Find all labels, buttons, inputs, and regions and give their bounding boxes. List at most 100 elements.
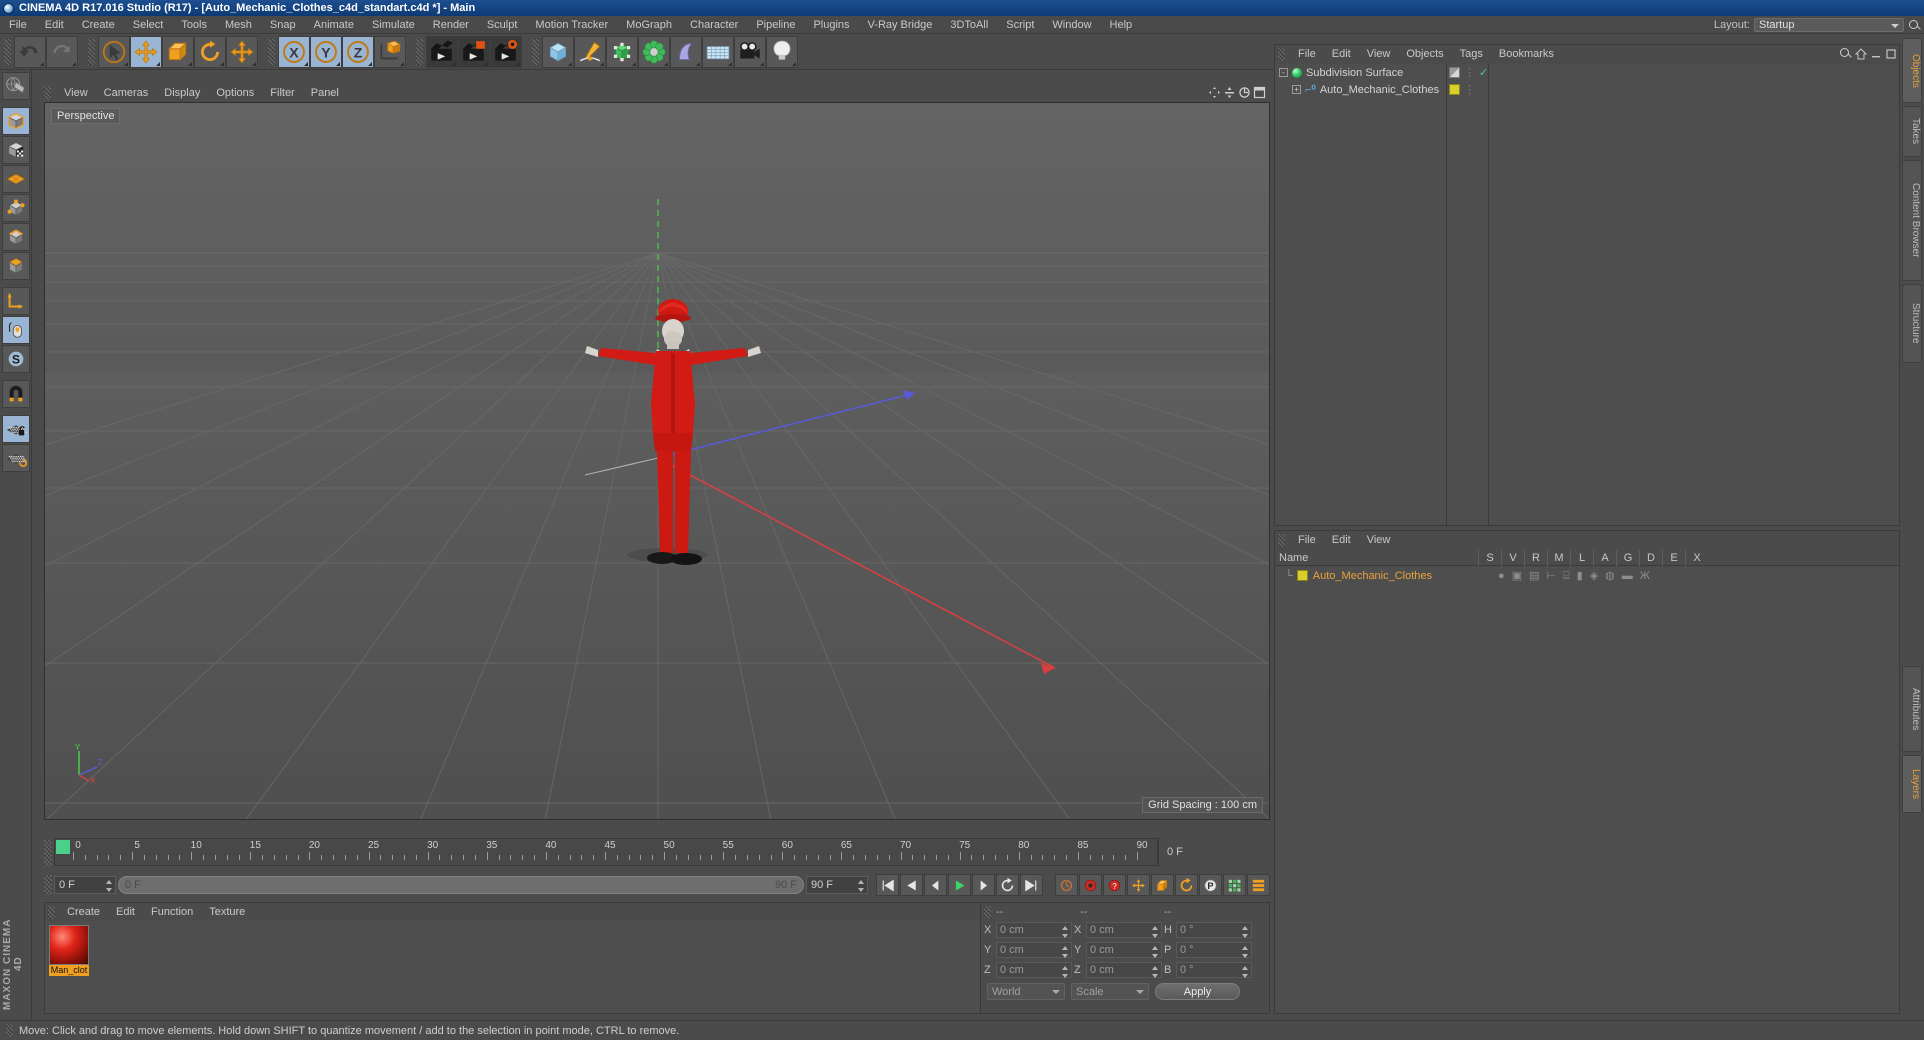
button-submenu-icon[interactable] xyxy=(452,61,456,66)
timeline-ruler[interactable]: 0 5 10 15 20 25 30 35 40 45 50 55 60 65 70 75 80 85 90 xyxy=(54,838,1158,866)
side-tab-takes[interactable]: Takes xyxy=(1902,106,1922,157)
coord-system-select[interactable]: World xyxy=(987,983,1065,1000)
button-submenu-icon[interactable] xyxy=(400,61,404,66)
panel-grip[interactable] xyxy=(44,86,51,100)
deformer-button[interactable] xyxy=(638,35,670,68)
material-item[interactable]: Man_clot xyxy=(49,925,89,976)
menu-item-motion-tracker[interactable]: Motion Tracker xyxy=(526,16,617,34)
menu-item-select[interactable]: Select xyxy=(124,16,173,34)
rotation-b-input[interactable]: 0 ° xyxy=(1176,962,1252,978)
undo-button[interactable] xyxy=(14,35,46,68)
cube-primitive-button[interactable] xyxy=(542,35,574,68)
menu-item-mesh[interactable]: Mesh xyxy=(216,16,261,34)
point-mode-button[interactable] xyxy=(1,194,30,222)
position-z-input[interactable]: 0 cm xyxy=(996,962,1072,978)
make-editable-button[interactable] xyxy=(1,72,30,100)
button-submenu-icon[interactable] xyxy=(664,61,668,66)
world-object-axis-button[interactable] xyxy=(374,35,406,68)
play-button[interactable] xyxy=(948,874,971,896)
button-submenu-icon[interactable] xyxy=(632,61,636,66)
record-active-button[interactable] xyxy=(1079,874,1102,896)
menu-item-sculpt[interactable]: Sculpt xyxy=(478,16,527,34)
timeline-menu-button[interactable] xyxy=(1247,874,1270,896)
material-list[interactable]: Man_clot xyxy=(45,921,1001,1013)
button-submenu-icon[interactable] xyxy=(156,61,160,66)
rotation-h-input[interactable]: 0 ° xyxy=(1176,922,1252,938)
stepper-icon[interactable] xyxy=(1242,966,1249,978)
step-forward-button[interactable] xyxy=(972,874,995,896)
stepper-icon[interactable] xyxy=(1152,926,1159,938)
button-submenu-icon[interactable] xyxy=(252,61,256,66)
menu-item-file[interactable]: File xyxy=(0,16,36,34)
panel-grip[interactable] xyxy=(48,905,55,919)
range-end-input[interactable]: 90 F xyxy=(806,876,868,894)
side-tab-attributes[interactable]: Attributes xyxy=(1902,666,1922,752)
x-axis-button[interactable]: X xyxy=(278,35,310,68)
rotation-p-input[interactable]: 0 ° xyxy=(1176,942,1252,958)
viewport-menu-panel[interactable]: Panel xyxy=(303,84,347,102)
button-submenu-icon[interactable] xyxy=(124,61,128,66)
position-key-button[interactable] xyxy=(1127,874,1150,896)
menu-item-help[interactable]: Help xyxy=(1101,16,1142,34)
panel-grip[interactable] xyxy=(1278,534,1285,547)
minimize-icon[interactable] xyxy=(1870,48,1882,60)
stepper-icon[interactable] xyxy=(106,880,113,892)
zoom-camera-icon[interactable] xyxy=(1238,86,1251,99)
magnet-button[interactable] xyxy=(1,380,30,408)
menu-item-animate[interactable]: Animate xyxy=(305,16,363,34)
polygon-mode-button[interactable] xyxy=(1,165,30,193)
lm-menu-view[interactable]: View xyxy=(1359,531,1399,550)
stepper-icon[interactable] xyxy=(1062,926,1069,938)
om-menu-bookmarks[interactable]: Bookmarks xyxy=(1491,45,1562,64)
button-submenu-icon[interactable] xyxy=(188,61,192,66)
viewport-solo-button[interactable] xyxy=(1,316,30,344)
soft-selection-button[interactable]: S xyxy=(1,345,30,373)
om-menu-file[interactable]: File xyxy=(1290,45,1324,64)
menu-item-window[interactable]: Window xyxy=(1043,16,1100,34)
material-tag-icon[interactable] xyxy=(1449,84,1460,95)
button-submenu-icon[interactable] xyxy=(568,61,572,66)
viewport-menu-cameras[interactable]: Cameras xyxy=(96,84,157,102)
button-submenu-icon[interactable] xyxy=(792,61,796,66)
current-frame-marker[interactable] xyxy=(56,840,70,854)
panel-grip[interactable] xyxy=(1278,48,1285,61)
side-tab-layers[interactable]: Layers xyxy=(1902,755,1922,813)
button-submenu-icon[interactable] xyxy=(336,61,340,66)
size-y-input[interactable]: 0 cm xyxy=(1086,942,1162,958)
current-frame-input[interactable]: 0 F xyxy=(54,876,116,894)
model-mode-button[interactable] xyxy=(1,107,30,135)
pla-key-button[interactable] xyxy=(1223,874,1246,896)
lock-workplane-button[interactable] xyxy=(1,415,30,443)
rotation-key-button[interactable] xyxy=(1175,874,1198,896)
layer-list[interactable]: └ Auto_Mechanic_Clothes ●▣▤⊢⌸▮◈◍▬Ж xyxy=(1275,567,1899,1013)
maximize-icon[interactable] xyxy=(1885,48,1897,60)
object-tag-column[interactable]: ⋮ ✓ ⋮ xyxy=(1447,64,1489,525)
material-menu-create[interactable]: Create xyxy=(59,903,108,921)
button-submenu-icon[interactable] xyxy=(368,61,372,66)
position-x-input[interactable]: 0 cm xyxy=(996,922,1072,938)
toolbar-grip[interactable] xyxy=(532,38,539,65)
axis-lock-button[interactable] xyxy=(1,287,30,315)
object-row-subdivision-surface[interactable]: - Subdivision Surface xyxy=(1275,64,1446,81)
move-alt-button[interactable] xyxy=(226,35,258,68)
redo-button[interactable] xyxy=(46,35,78,68)
light-button[interactable] xyxy=(766,35,798,68)
panel-grip[interactable] xyxy=(6,1024,13,1037)
layout-select[interactable]: Startup xyxy=(1754,18,1904,32)
button-submenu-icon[interactable] xyxy=(304,61,308,66)
menu-item-tools[interactable]: Tools xyxy=(172,16,216,34)
position-y-input[interactable]: 0 cm xyxy=(996,942,1072,958)
controls-grip[interactable] xyxy=(44,875,52,895)
viewport-menu-filter[interactable]: Filter xyxy=(262,84,302,102)
menu-item-v-ray-bridge[interactable]: V-Ray Bridge xyxy=(859,16,942,34)
button-submenu-icon[interactable] xyxy=(728,61,732,66)
loop-button[interactable] xyxy=(996,874,1019,896)
autokey-button[interactable] xyxy=(1055,874,1078,896)
viewport-menu-display[interactable]: Display xyxy=(156,84,208,102)
coord-mode-select[interactable]: Scale xyxy=(1071,983,1149,1000)
scale-key-button[interactable] xyxy=(1151,874,1174,896)
z-axis-button[interactable]: Z xyxy=(342,35,374,68)
camera-button[interactable] xyxy=(734,35,766,68)
toolbar-grip[interactable] xyxy=(88,38,95,65)
object-tree[interactable]: - Subdivision Surface + ⌐⁰ Auto_Mechanic… xyxy=(1275,64,1447,525)
